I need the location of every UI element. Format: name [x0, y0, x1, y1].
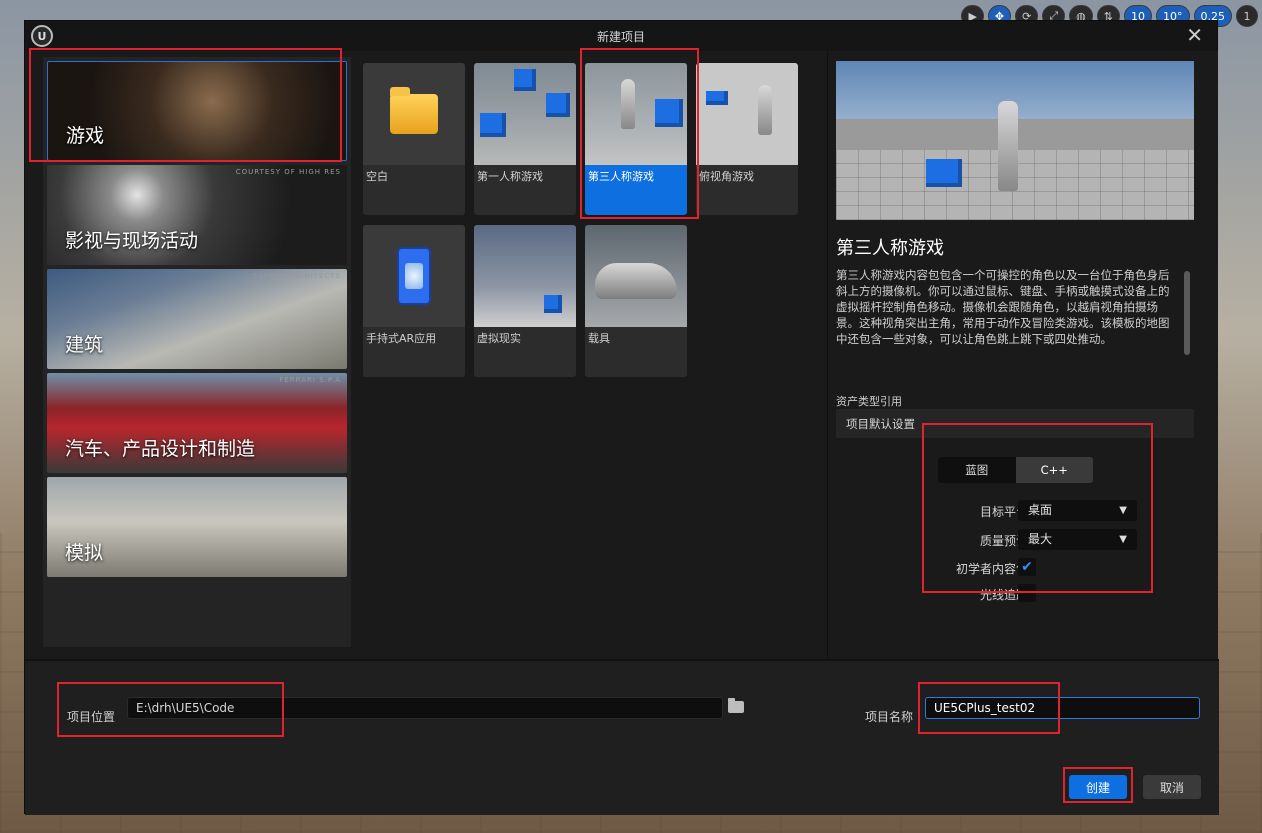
template-label: 第一人称游戏: [477, 170, 543, 183]
category-label: 影视与现场活动: [65, 230, 199, 252]
target-platform-value: 桌面: [1028, 503, 1053, 517]
starter-content-row: 初学者内容包 ✔: [908, 557, 1208, 579]
template-vr[interactable]: 虚拟现实: [474, 225, 576, 377]
asset-type-reference[interactable]: 资产类型引用: [836, 393, 902, 409]
quality-preset-row: 质量预设 最大 ▼: [908, 529, 1208, 551]
quality-preset-value: 最大: [1028, 532, 1053, 546]
create-button[interactable]: 创建: [1069, 775, 1127, 799]
browse-folder-icon[interactable]: [728, 698, 744, 713]
category-games[interactable]: 游戏: [47, 61, 347, 161]
cube-shape: [926, 159, 962, 187]
project-name-label: 项目名称: [865, 710, 914, 724]
category-film[interactable]: COURTESY OF HIGH RES 影视与现场活动: [47, 165, 347, 265]
template-thumbnail: [585, 225, 687, 327]
project-name-input[interactable]: UE5CPlus_test02: [925, 697, 1200, 719]
unreal-logo-icon: U: [31, 25, 53, 47]
template-handheld-ar[interactable]: 手持式AR应用: [363, 225, 465, 377]
category-credit: FERRARI S.P.A: [279, 376, 341, 384]
chevron-down-icon: ▼: [1119, 505, 1127, 516]
raytracing-row: 光线追踪: [908, 583, 1208, 605]
template-thumbnail: [696, 63, 798, 165]
new-project-dialog: U 新建项目 ✕ 游戏 COURTESY OF HIGH RES 影视与现场活动…: [24, 20, 1219, 815]
template-blank[interactable]: 空白: [363, 63, 465, 215]
project-location-label: 项目位置: [67, 710, 116, 724]
category-automotive[interactable]: FERRARI S.P.A 汽车、产品设计和制造: [47, 373, 347, 473]
template-thumbnail: [363, 225, 465, 327]
mannequin-shape: [621, 79, 635, 129]
category-label: 建筑: [65, 334, 104, 356]
cancel-button[interactable]: 取消: [1143, 775, 1201, 799]
template-thumbnail: [474, 225, 576, 327]
template-preview-image: [836, 61, 1194, 220]
language-toggle: 蓝图 C++: [938, 457, 1093, 483]
category-architecture[interactable]: SAFDIE ARCHITECTS 建筑: [47, 269, 347, 369]
camera-speed-button[interactable]: 1: [1236, 5, 1258, 27]
cpp-option[interactable]: C++: [1015, 457, 1093, 483]
description-scrollbar[interactable]: [1184, 271, 1190, 355]
category-credit: COURTESY OF HIGH RES: [235, 168, 341, 176]
car-shape: [595, 263, 677, 299]
close-icon[interactable]: ✕: [1186, 23, 1203, 47]
quality-preset-dropdown[interactable]: 最大 ▼: [1018, 529, 1137, 550]
dialog-titlebar: U 新建项目 ✕: [25, 21, 1217, 51]
arrow-icon: [706, 91, 728, 105]
template-label: 手持式AR应用: [366, 332, 437, 345]
project-bottom-bar: 项目位置 E:\drh\UE5\Code 项目名称 UE5CPlus_test0…: [25, 661, 1219, 815]
mannequin-shape: [998, 101, 1018, 191]
camera-speed-value: 1: [1243, 9, 1251, 23]
template-label: 虚拟现实: [477, 332, 521, 345]
template-thumbnail: [474, 63, 576, 165]
template-label: 空白: [366, 170, 388, 183]
project-location-input[interactable]: E:\drh\UE5\Code: [127, 697, 723, 719]
cube-shape: [480, 113, 506, 137]
cube-shape: [546, 93, 570, 117]
category-label: 模拟: [65, 542, 104, 564]
cube-shape: [544, 295, 562, 313]
template-label: 载具: [588, 332, 610, 345]
starter-content-checkbox[interactable]: ✔: [1018, 558, 1036, 576]
category-label: 游戏: [66, 125, 105, 147]
target-platform-dropdown[interactable]: 桌面 ▼: [1018, 500, 1137, 521]
category-label: 汽车、产品设计和制造: [65, 438, 256, 460]
category-simulation[interactable]: 模拟: [47, 477, 347, 577]
chevron-down-icon: ▼: [1119, 534, 1127, 545]
template-top-down[interactable]: 俯视角游戏: [696, 63, 798, 215]
phone-icon: [397, 247, 431, 305]
folder-icon: [390, 87, 438, 134]
template-vehicle[interactable]: 载具: [585, 225, 687, 377]
template-third-person[interactable]: 第三人称游戏: [585, 63, 687, 215]
raytracing-checkbox[interactable]: [1018, 584, 1036, 602]
template-grid: 空白 第一人称游戏 第三人称游戏 俯视角游戏 手持式AR应用 虚拟现实 载具: [363, 63, 803, 393]
category-list: 游戏 COURTESY OF HIGH RES 影视与现场活动 SAFDIE A…: [43, 57, 351, 647]
template-label: 第三人称游戏: [588, 170, 654, 183]
template-details-panel: 第三人称游戏 第三人称游戏内容包包含一个可操控的角色以及一台位于角色身后斜上方的…: [827, 51, 1218, 661]
target-platform-row: 目标平台 桌面 ▼: [908, 500, 1208, 522]
cube-shape: [514, 69, 536, 91]
template-first-person[interactable]: 第一人称游戏: [474, 63, 576, 215]
project-defaults-header[interactable]: 项目默认设置: [836, 409, 1194, 438]
template-title: 第三人称游戏: [836, 238, 944, 259]
template-description: 第三人称游戏内容包包含一个可操控的角色以及一台位于角色身后斜上方的摄像机。你可以…: [836, 268, 1170, 346]
dialog-title: 新建项目: [596, 29, 645, 44]
blueprint-option[interactable]: 蓝图: [938, 457, 1016, 483]
category-credit: SAFDIE ARCHITECTS: [252, 272, 341, 280]
template-thumbnail: [363, 63, 465, 165]
cube-shape: [655, 99, 683, 127]
mannequin-shape: [758, 85, 772, 135]
template-thumbnail: [585, 63, 687, 165]
template-label: 俯视角游戏: [699, 170, 754, 183]
